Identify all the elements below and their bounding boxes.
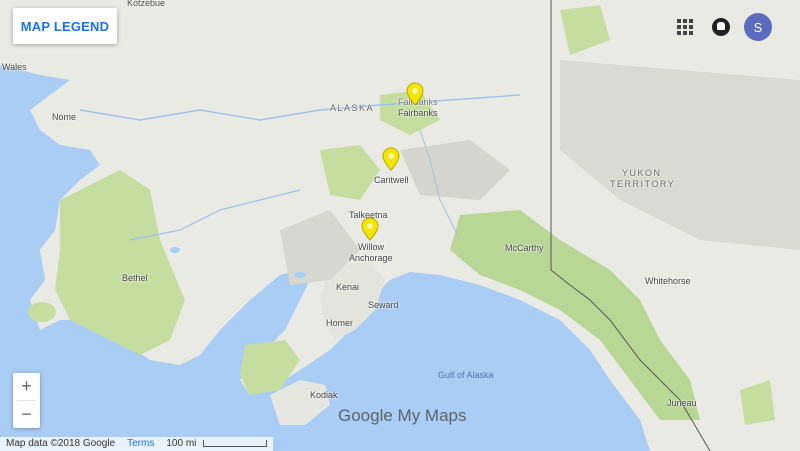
zoom-controls: + − [13, 373, 40, 428]
label-willow: Willow [358, 242, 384, 252]
map-attribution: Map data ©2018 Google [0, 437, 122, 451]
scale-label: 100 mi [166, 438, 197, 449]
label-whitehorse: Whitehorse [645, 276, 691, 286]
label-wales: Wales [2, 62, 27, 72]
basemap[interactable] [0, 0, 800, 451]
label-anchorage: Anchorage [349, 253, 393, 263]
label-fairbanks: Fairbanks [398, 108, 438, 118]
label-kenai: Kenai [336, 282, 360, 292]
label-yukon: YUKON [622, 168, 662, 178]
terms-link[interactable]: Terms [121, 437, 161, 451]
map-pin-fairbanks[interactable] [406, 82, 424, 106]
notifications-icon[interactable] [712, 18, 730, 36]
zoom-out-button[interactable]: − [13, 401, 40, 428]
map-footer: Map data ©2018 Google Terms 100 mi [0, 437, 274, 451]
apps-grid-icon[interactable] [672, 14, 698, 40]
label-gulf-of-alaska: Gulf of Alaska [438, 370, 494, 380]
scale-bar [203, 439, 268, 447]
map-pin-cantwell[interactable] [382, 147, 400, 171]
label-homer: Homer [326, 318, 354, 328]
zoom-in-button[interactable]: + [13, 373, 40, 400]
label-seward: Seward [368, 300, 399, 310]
label-nome: Nome [52, 112, 77, 122]
map-legend-button[interactable]: MAP LEGEND [13, 8, 117, 44]
label-bethel: Bethel [122, 273, 148, 283]
label-mccarthy: McCarthy [505, 243, 544, 253]
label-territory: TERRITORY [610, 179, 676, 189]
account-avatar[interactable]: S [744, 13, 772, 41]
label-juneau: Juneau [667, 398, 697, 408]
google-my-maps-logo: Google My Maps [338, 406, 467, 425]
label-kotzebue: Kotzebue [127, 0, 166, 8]
scale-indicator: 100 mi [160, 437, 274, 451]
map-pin-willow[interactable] [361, 217, 379, 241]
label-alaska: ALASKA [330, 103, 375, 113]
map-frame[interactable]: Kotzebue Wales Nome Bethel ALASKA Fairba… [0, 0, 800, 451]
label-cantwell: Cantwell [374, 175, 409, 185]
label-kodiak: Kodiak [310, 390, 338, 400]
top-right-controls: S [672, 13, 772, 41]
